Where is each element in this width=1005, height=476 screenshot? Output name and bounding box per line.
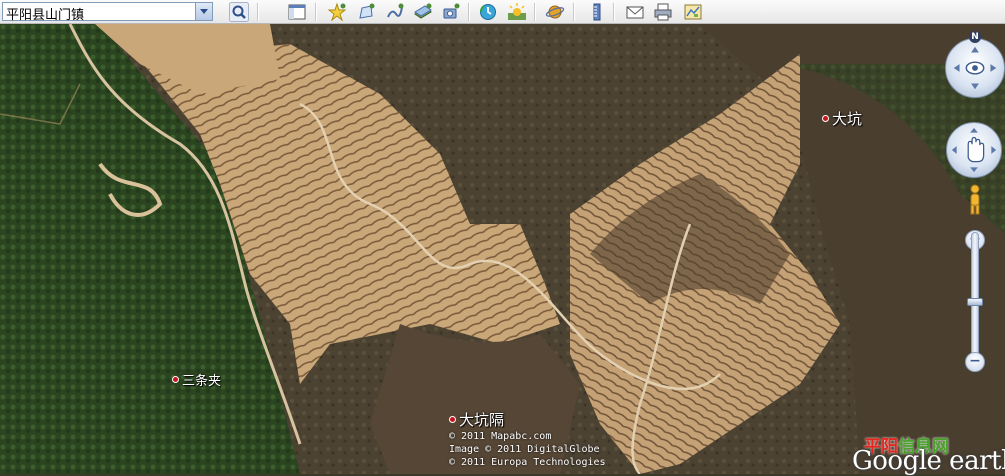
toolbar-separator: [534, 3, 536, 21]
email-button[interactable]: [625, 2, 645, 22]
clock-icon: [480, 4, 496, 20]
pushpin-icon: [327, 2, 347, 22]
add-path-button[interactable]: [385, 2, 405, 22]
street-view-pegman-icon[interactable]: [968, 184, 982, 216]
credit-line: © 2011 Europa Technologies: [449, 457, 606, 468]
credit-line: Image © 2011 DigitalGlobe: [449, 444, 600, 455]
place-dot-icon: [449, 416, 456, 423]
search-input[interactable]: 平阳县山门镇: [2, 2, 213, 23]
place-marker[interactable]: 大坑隔: [449, 409, 504, 430]
credit-line: © 2011 Mapabc.com: [449, 431, 552, 442]
toolbar-separator: [573, 3, 575, 21]
path-icon: [387, 3, 404, 18]
sidebar-toggle-button[interactable]: [287, 2, 307, 22]
google-earth-logo: 平阳信息网 Google earth: [852, 432, 1005, 476]
hand-icon: [951, 127, 997, 173]
place-marker[interactable]: 大坑: [822, 108, 862, 129]
place-dot-icon: [172, 376, 179, 383]
toolbar: 平阳县山门镇: [0, 0, 1005, 24]
north-indicator[interactable]: N: [969, 31, 981, 43]
place-marker[interactable]: 三条夹: [172, 370, 221, 389]
add-placemark-button[interactable]: [327, 2, 347, 22]
magnifier-icon: [229, 2, 249, 22]
polygon-icon: [359, 3, 375, 19]
switch-planet-button[interactable]: [545, 2, 565, 22]
ruler-icon: [593, 3, 601, 21]
search-dropdown-button[interactable]: [195, 3, 212, 20]
camera-icon: [443, 3, 460, 19]
toolbar-separator: [613, 3, 615, 21]
search-button[interactable]: [229, 2, 249, 22]
zoom-slider-thumb[interactable]: [967, 298, 983, 306]
toolbar-separator: [468, 3, 470, 21]
logo-wordmark: Google earth: [852, 446, 1005, 476]
envelope-icon: [626, 6, 644, 19]
sun-icon: [508, 3, 526, 20]
place-label: 大坑隔: [459, 411, 505, 429]
image-overlay-icon: [414, 3, 432, 19]
zoom-out-button[interactable]: −: [965, 352, 985, 372]
toolbar-separator: [257, 3, 259, 21]
place-label: 三条夹: [182, 374, 222, 389]
add-polygon-button[interactable]: [356, 2, 376, 22]
place-label: 大坑: [832, 110, 863, 128]
toolbar-separator: [315, 3, 317, 21]
map-icon: [684, 4, 702, 20]
satellite-map-view[interactable]: 大坑 三条夹 大坑隔: [0, 24, 1005, 474]
print-button[interactable]: [653, 2, 673, 22]
planet-icon: [545, 5, 565, 19]
search-input-value: 平阳县山门镇: [6, 8, 85, 23]
sunlight-button[interactable]: [507, 2, 527, 22]
imagery-credits: © 2011 Mapabc.com Image © 2011 DigitalGlo…: [449, 430, 606, 469]
eye-icon: [953, 46, 997, 90]
add-image-overlay-button[interactable]: [413, 2, 433, 22]
printer-icon: [654, 3, 672, 21]
ruler-button[interactable]: [587, 2, 607, 22]
place-dot-icon: [822, 115, 829, 122]
sidebar-icon: [288, 4, 306, 20]
historical-imagery-button[interactable]: [478, 2, 498, 22]
look-ring[interactable]: [945, 38, 1005, 98]
move-ring[interactable]: [946, 122, 1002, 178]
terrain-imagery: [0, 24, 1005, 474]
view-in-maps-button[interactable]: [683, 2, 703, 22]
record-tour-button[interactable]: [441, 2, 461, 22]
